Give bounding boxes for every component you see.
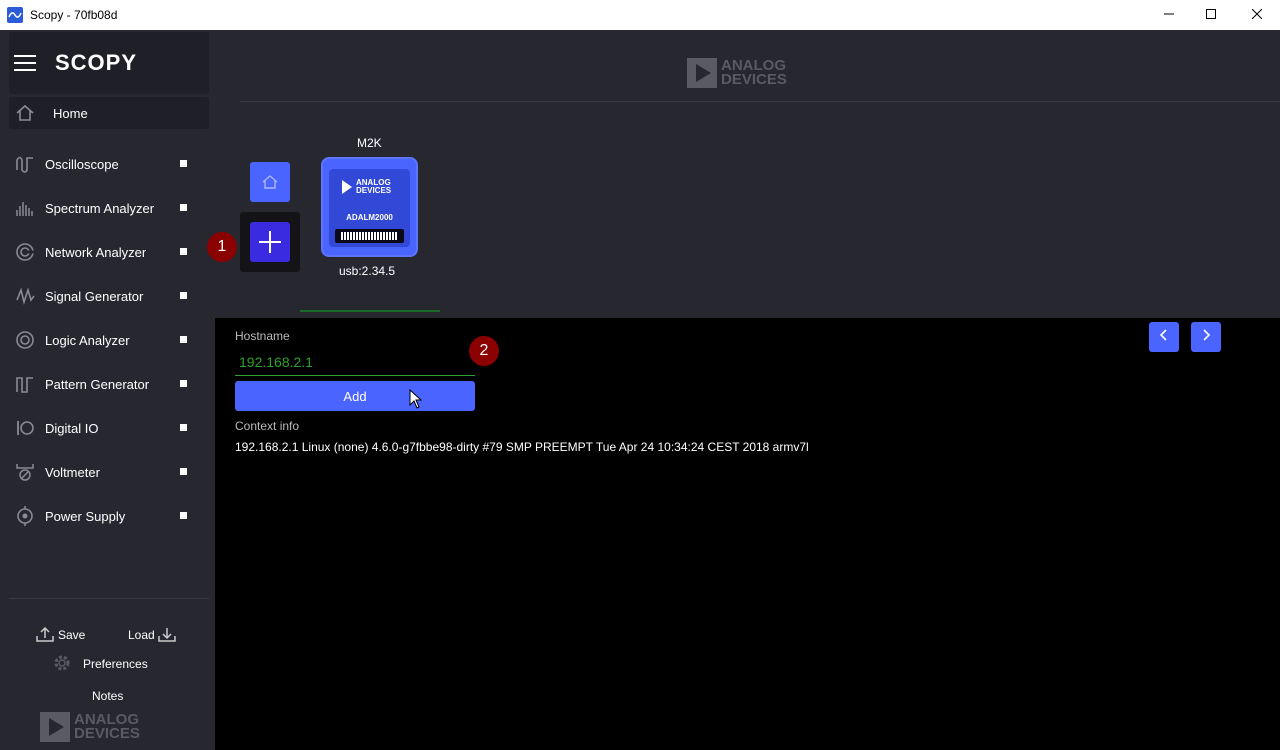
- chevron-right-icon: [1201, 328, 1211, 346]
- hostname-label: Hostname: [235, 329, 290, 343]
- context-info-label: Context info: [235, 419, 300, 433]
- close-icon: [1251, 6, 1263, 24]
- chevron-left-icon: [1159, 328, 1169, 346]
- add-device-container: [240, 212, 300, 272]
- device-connector-icon: [335, 229, 404, 243]
- sidebar-item-label: Home: [53, 106, 88, 121]
- mouse-cursor-icon: [409, 388, 423, 414]
- window-title: Scopy - 70fb08d: [30, 8, 118, 22]
- annotation-badge-2: 2: [469, 336, 499, 366]
- close-button[interactable]: [1234, 0, 1280, 30]
- device-card-face: ANALOG DEVICES ADALM2000: [329, 169, 410, 247]
- minimize-button[interactable]: [1146, 0, 1192, 30]
- device-title: M2K: [357, 136, 382, 150]
- tool-status-indicator: [180, 336, 187, 343]
- device-selected-indicator: [300, 310, 440, 312]
- add-button[interactable]: Add: [235, 381, 475, 411]
- sidebar-item-digital-io[interactable]: Digital IO: [9, 408, 209, 448]
- add-device-button[interactable]: [250, 222, 290, 262]
- window-titlebar: Scopy - 70fb08d: [0, 0, 1280, 30]
- tool-status-indicator: [180, 380, 187, 387]
- sidebar-item-power-supply[interactable]: Power Supply: [9, 496, 209, 536]
- minimize-icon: [1164, 6, 1174, 24]
- previous-page-button[interactable]: [1149, 322, 1179, 352]
- sidebar-item-label: Oscilloscope: [45, 157, 119, 172]
- device-card-m2k[interactable]: ANALOG DEVICES ADALM2000: [321, 157, 418, 257]
- power-supply-icon: [15, 506, 35, 526]
- hamburger-menu-icon[interactable]: [14, 55, 36, 71]
- hostname-input[interactable]: 192.168.2.1: [235, 350, 475, 376]
- upload-icon: [36, 626, 54, 647]
- logic-analyzer-icon: [15, 330, 35, 350]
- sidebar-item-signal-generator[interactable]: Signal Generator: [9, 276, 209, 316]
- sidebar-item-label: Spectrum Analyzer: [45, 201, 155, 216]
- preferences-label: Preferences: [83, 657, 148, 671]
- analog-devices-triangle-icon: [342, 180, 352, 194]
- tool-status-indicator: [180, 292, 187, 299]
- save-label: Save: [58, 628, 86, 642]
- sidebar-item-label: Voltmeter: [45, 465, 100, 480]
- sidebar-item-label: Network Analyzer: [45, 245, 147, 260]
- sidebar-item-label: Pattern Generator: [45, 377, 150, 392]
- signal-generator-icon: [15, 286, 35, 306]
- tool-status-indicator: [180, 424, 187, 431]
- sidebar-item-oscilloscope[interactable]: Oscilloscope: [9, 144, 209, 184]
- maximize-icon: [1206, 6, 1216, 24]
- annotation-badge-1: 1: [207, 232, 237, 262]
- sidebar-item-spectrum-analyzer[interactable]: Spectrum Analyzer: [9, 188, 209, 228]
- device-panel: ANALOG DEVICES 1 M2K ANALOG DEVICES ADAL…: [207, 30, 1280, 318]
- voltmeter-icon: [15, 462, 35, 482]
- oscilloscope-icon: [15, 154, 35, 174]
- home-icon: [15, 104, 35, 122]
- sidebar-divider: [9, 598, 209, 599]
- tool-status-indicator: [180, 248, 187, 255]
- sidebar-header: SCOPY: [9, 32, 209, 94]
- home-device-button[interactable]: [250, 162, 290, 202]
- sidebar-item-voltmeter[interactable]: Voltmeter: [9, 452, 209, 492]
- tool-status-indicator: [180, 204, 187, 211]
- network-analyzer-icon: [15, 242, 35, 262]
- spectrum-analyzer-icon: [15, 198, 35, 218]
- home-icon: [262, 174, 278, 195]
- sidebar-item-label: Signal Generator: [45, 289, 144, 304]
- main-area: ANALOG DEVICES 1 M2K ANALOG DEVICES ADAL…: [207, 30, 1280, 750]
- tool-status-indicator: [180, 160, 187, 167]
- pattern-generator-icon: [15, 374, 35, 394]
- next-page-button[interactable]: [1191, 322, 1221, 352]
- device-uri: usb:2.34.5: [339, 264, 396, 278]
- digital-io-icon: [15, 418, 35, 438]
- tool-status-indicator: [180, 468, 187, 475]
- device-model-label: ADALM2000: [346, 213, 393, 222]
- gear-icon: [52, 653, 72, 678]
- notes-button[interactable]: Notes: [92, 689, 123, 703]
- tool-status-indicator: [180, 512, 187, 519]
- scopy-app-icon: [7, 7, 23, 23]
- sidebar-item-logic-analyzer[interactable]: Logic Analyzer: [9, 320, 209, 360]
- connection-panel: Hostname 192.168.2.1 Add 2 Context info …: [215, 318, 1280, 750]
- sidebar-item-network-analyzer[interactable]: Network Analyzer: [9, 232, 209, 272]
- sidebar-item-label: Digital IO: [45, 421, 99, 436]
- header-divider: [240, 101, 1280, 102]
- context-info-text: 192.168.2.1 Linux (none) 4.6.0-g7fbbe98-…: [235, 440, 809, 454]
- scopy-logo: SCOPY: [55, 50, 138, 75]
- sidebar: SCOPY Home Oscilloscope Spectrum Analyze…: [0, 30, 215, 750]
- sidebar-item-label: Logic Analyzer: [45, 333, 130, 348]
- sidebar-item-home[interactable]: Home: [9, 97, 209, 129]
- sidebar-item-label: Power Supply: [45, 509, 126, 524]
- sidebar-item-pattern-generator[interactable]: Pattern Generator: [9, 364, 209, 404]
- load-label: Load: [128, 628, 155, 642]
- maximize-button[interactable]: [1188, 0, 1234, 30]
- download-icon: [158, 626, 176, 647]
